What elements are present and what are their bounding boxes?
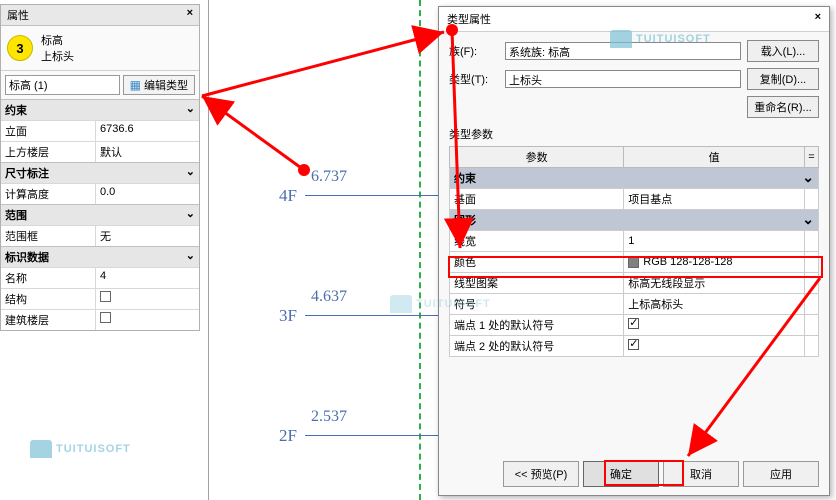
edit-type-icon: ▦ (130, 78, 141, 92)
row-lw-label: 线宽 (450, 231, 624, 252)
group-dimensions[interactable]: 尺寸标注⌄ (1, 162, 199, 183)
level-name-3f: 3F (279, 306, 297, 326)
grid-line (419, 0, 421, 500)
row-sym-value[interactable]: 上标高标头 (624, 294, 805, 315)
level-elev-3f: 4.637 (311, 288, 347, 306)
level-name-2f: 2F (279, 426, 297, 446)
row-e2-label: 端点 2 处的默认符号 (450, 336, 624, 357)
family-label: 族(F): (449, 43, 499, 59)
watermark-icon (30, 440, 52, 458)
row-elevation-value[interactable]: 6736.6 (96, 121, 199, 141)
row-e1-checkbox[interactable] (628, 318, 639, 329)
row-base-label: 基面 (450, 189, 624, 210)
row-e2-checkbox[interactable] (628, 339, 639, 350)
expand-icon: ⌄ (186, 165, 195, 181)
dialog-footer: << 预览(P) 确定 取消 应用 (439, 461, 829, 487)
dialog-title: 类型属性 (447, 11, 491, 27)
row-base-value[interactable]: 项目基点 (624, 189, 805, 210)
type-label: 类型(T): (449, 71, 499, 87)
type-selector[interactable]: 标高 (1) (5, 75, 120, 95)
level-elev-2f: 2.537 (311, 408, 347, 426)
group-extents[interactable]: 范围⌄ (1, 204, 199, 225)
level-name-4f: 4F (279, 186, 297, 206)
row-above-label: 上方楼层 (1, 142, 96, 162)
color-swatch-icon (628, 257, 639, 268)
cancel-button[interactable]: 取消 (663, 461, 739, 487)
th-eq: = (805, 147, 819, 168)
close-icon[interactable]: × (187, 7, 193, 23)
expand-icon: ⌄ (186, 102, 195, 118)
type-name-label: 上标头 (41, 48, 74, 64)
row-elevation-label: 立面 (1, 121, 96, 141)
properties-header: 3 标高 上标头 (1, 26, 199, 70)
type-selector-row: 标高 (1) ▦ 编辑类型 (1, 70, 199, 99)
watermark-icon (610, 30, 632, 48)
edit-type-button[interactable]: ▦ 编辑类型 (123, 75, 195, 95)
properties-panel: 属性 × 3 标高 上标头 标高 (1) ▦ 编辑类型 约束⌄ 立面6736.6… (0, 4, 200, 331)
dialog-title-bar: 类型属性 × (439, 7, 829, 32)
th-value: 值 (624, 147, 805, 168)
row-struct-checkbox[interactable] (100, 291, 111, 302)
type-name-block: 标高 上标头 (41, 32, 74, 64)
row-compheight-value[interactable]: 0.0 (96, 184, 199, 204)
params-table: 参数值= 约束⌄ 基面项目基点 图形⌄ 线宽1 颜色RGB 128-128-12… (449, 146, 819, 357)
row-bstory-label: 建筑楼层 (1, 310, 96, 330)
row-e1-label: 端点 1 处的默认符号 (450, 315, 624, 336)
row-name-value[interactable]: 4 (96, 268, 199, 288)
th-param: 参数 (450, 147, 624, 168)
type-properties-dialog: 类型属性 × 族(F): 系统族: 标高 载入(L)... 类型(T): 上标头… (438, 6, 830, 496)
edit-type-label: 编辑类型 (144, 77, 188, 93)
expand-icon: ⌄ (186, 207, 195, 223)
type-family-label: 标高 (41, 32, 74, 48)
ok-button[interactable]: 确定 (583, 461, 659, 487)
watermark-icon (390, 295, 412, 313)
preview-button[interactable]: << 预览(P) (503, 461, 579, 487)
expand-icon: ⌄ (186, 249, 195, 265)
row-color-label: 颜色 (450, 252, 624, 273)
watermark: TUITUISOFT (610, 30, 711, 48)
expand-icon: ⌄ (802, 211, 814, 228)
row-scope-value[interactable]: 无 (96, 226, 199, 246)
properties-title: 属性 (7, 7, 29, 23)
load-button[interactable]: 载入(L)... (747, 40, 819, 62)
row-lp-value[interactable]: 标高无线段显示 (624, 273, 805, 294)
row-compheight-label: 计算高度 (1, 184, 96, 204)
watermark: TUITUISOFT (390, 295, 491, 313)
row-lw-value[interactable]: 1 (624, 231, 805, 252)
duplicate-button[interactable]: 复制(D)... (747, 68, 819, 90)
row-struct-label: 结构 (1, 289, 96, 309)
dialog-close-icon[interactable]: × (815, 11, 821, 27)
row-bstory-checkbox[interactable] (100, 312, 111, 323)
group-constraints[interactable]: 约束⌄ (1, 99, 199, 120)
type-selector-dlg[interactable]: 上标头 (505, 70, 741, 88)
rename-button[interactable]: 重命名(R)... (747, 96, 819, 118)
drawing-canvas[interactable]: 6.737 4F 4.637 3F 2.537 2F (208, 0, 440, 500)
row-name-label: 名称 (1, 268, 96, 288)
type-params-label: 类型参数 (449, 126, 819, 142)
row-scope-label: 范围框 (1, 226, 96, 246)
properties-title-bar: 属性 × (1, 5, 199, 26)
row-color-value[interactable]: RGB 128-128-128 (624, 252, 805, 273)
level-elev-4f: 6.737 (311, 168, 347, 186)
watermark: TUITUISOFT (30, 440, 131, 458)
group-graphics-dlg[interactable]: 图形⌄ (450, 210, 819, 231)
row-above-value[interactable]: 默认 (96, 142, 199, 162)
step-badge: 3 (7, 35, 33, 61)
group-identity[interactable]: 标识数据⌄ (1, 246, 199, 267)
row-lp-label: 线型图案 (450, 273, 624, 294)
group-constraints-dlg[interactable]: 约束⌄ (450, 168, 819, 189)
apply-button[interactable]: 应用 (743, 461, 819, 487)
expand-icon: ⌄ (802, 169, 814, 186)
